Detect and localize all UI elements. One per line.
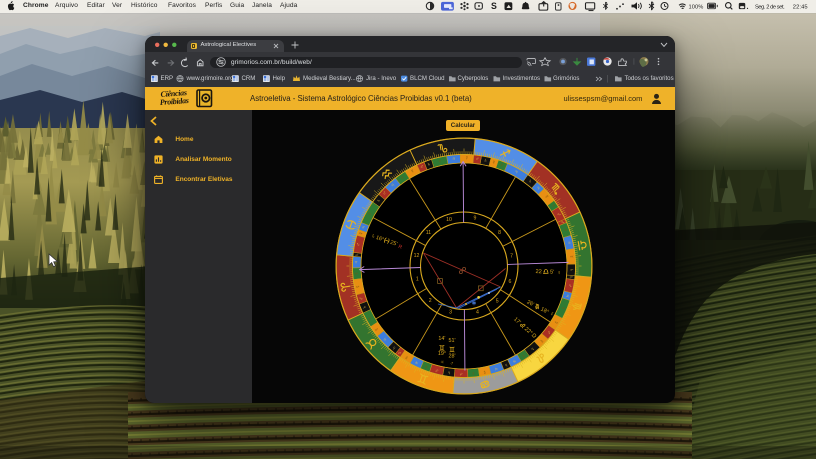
svg-text:♂: ♂ <box>459 370 463 376</box>
svg-text:☿: ☿ <box>465 155 469 161</box>
svg-text:♃: ♃ <box>354 260 360 264</box>
svg-text:♀: ♀ <box>471 369 476 375</box>
svg-text:51': 51' <box>448 338 455 344</box>
svg-text:♀: ♀ <box>557 270 561 276</box>
svg-text:12: 12 <box>414 252 420 258</box>
svg-text:Seg. 2 de set.: Seg. 2 de set. <box>755 4 785 10</box>
svg-text:4: 4 <box>476 309 479 315</box>
svg-text:2: 2 <box>429 297 432 303</box>
svg-text:22:45: 22:45 <box>793 4 808 10</box>
svg-text:22: 22 <box>535 269 541 275</box>
svg-text:1: 1 <box>416 276 419 282</box>
svg-text:♄: ♄ <box>568 267 574 271</box>
svg-text:100%: 100% <box>689 4 704 10</box>
svg-text:19°: 19° <box>438 351 446 357</box>
svg-text:♂: ♂ <box>475 156 480 162</box>
svg-text:S: S <box>491 1 497 11</box>
svg-text:6: 6 <box>509 278 512 284</box>
svg-text:♃: ♃ <box>451 156 456 162</box>
svg-text:14': 14' <box>438 336 445 342</box>
svg-text:7: 7 <box>510 253 513 259</box>
svg-text:28': 28' <box>448 353 455 359</box>
svg-text:☿: ☿ <box>568 254 574 259</box>
svg-text:♄: ♄ <box>354 252 360 257</box>
svg-text:3: 3 <box>449 309 452 315</box>
svg-text:8: 8 <box>498 229 501 235</box>
svg-text:5': 5' <box>550 269 554 275</box>
svg-text:9: 9 <box>473 215 476 221</box>
svg-text:♄: ♄ <box>447 368 452 375</box>
svg-text:10: 10 <box>446 216 452 222</box>
svg-text:♃: ♃ <box>440 359 444 365</box>
svg-text:5: 5 <box>496 298 499 304</box>
svg-text:11: 11 <box>426 229 431 235</box>
svg-text:♀: ♀ <box>354 271 360 275</box>
svg-text:♂: ♂ <box>450 361 454 367</box>
